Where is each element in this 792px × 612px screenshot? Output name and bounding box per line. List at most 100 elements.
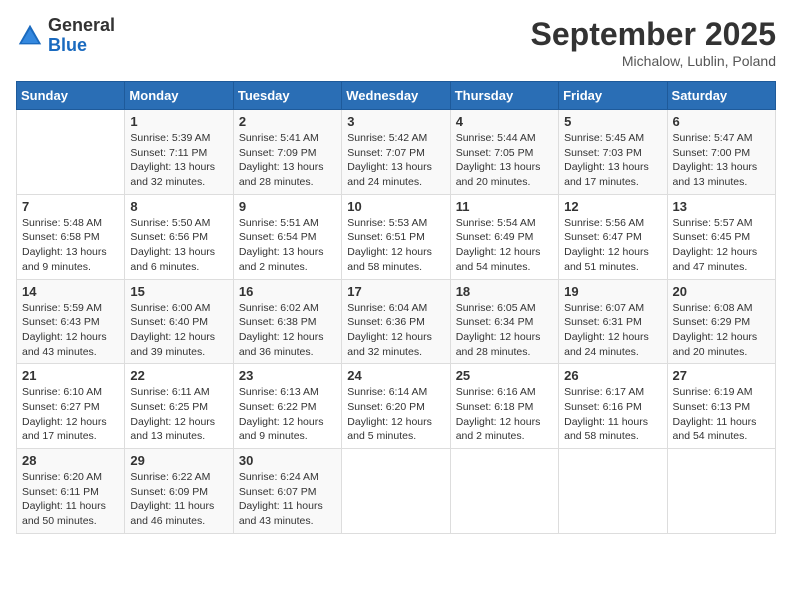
sunrise-text: Sunrise: 5:44 AM [456,132,536,144]
day-info: Sunrise: 5:50 AM Sunset: 6:56 PM Dayligh… [130,216,227,275]
calendar-cell [559,449,667,534]
day-info: Sunrise: 6:17 AM Sunset: 6:16 PM Dayligh… [564,385,661,444]
daylight-text: Daylight: 13 hours and 6 minutes. [130,246,215,273]
sunrise-text: Sunrise: 5:41 AM [239,132,319,144]
day-info: Sunrise: 5:48 AM Sunset: 6:58 PM Dayligh… [22,216,119,275]
sunrise-text: Sunrise: 5:51 AM [239,217,319,229]
daylight-text: Daylight: 13 hours and 28 minutes. [239,161,324,188]
sunrise-text: Sunrise: 5:56 AM [564,217,644,229]
sunset-text: Sunset: 6:56 PM [130,231,208,243]
day-number: 8 [130,199,227,214]
calendar-cell [17,110,125,195]
day-info: Sunrise: 6:07 AM Sunset: 6:31 PM Dayligh… [564,301,661,360]
day-number: 29 [130,453,227,468]
sunset-text: Sunset: 6:40 PM [130,316,208,328]
day-info: Sunrise: 5:54 AM Sunset: 6:49 PM Dayligh… [456,216,553,275]
calendar-cell: 14 Sunrise: 5:59 AM Sunset: 6:43 PM Dayl… [17,279,125,364]
sunrise-text: Sunrise: 6:24 AM [239,471,319,483]
daylight-text: Daylight: 12 hours and 47 minutes. [673,246,758,273]
calendar-cell: 10 Sunrise: 5:53 AM Sunset: 6:51 PM Dayl… [342,194,450,279]
sunset-text: Sunset: 6:45 PM [673,231,751,243]
sunset-text: Sunset: 6:51 PM [347,231,425,243]
calendar-cell: 18 Sunrise: 6:05 AM Sunset: 6:34 PM Dayl… [450,279,558,364]
sunrise-text: Sunrise: 6:19 AM [673,386,753,398]
calendar-cell: 8 Sunrise: 5:50 AM Sunset: 6:56 PM Dayli… [125,194,233,279]
day-info: Sunrise: 6:16 AM Sunset: 6:18 PM Dayligh… [456,385,553,444]
day-info: Sunrise: 6:08 AM Sunset: 6:29 PM Dayligh… [673,301,770,360]
calendar-header-friday: Friday [559,82,667,110]
calendar-cell: 16 Sunrise: 6:02 AM Sunset: 6:38 PM Dayl… [233,279,341,364]
calendar-cell: 22 Sunrise: 6:11 AM Sunset: 6:25 PM Dayl… [125,364,233,449]
calendar-header-sunday: Sunday [17,82,125,110]
sunrise-text: Sunrise: 5:47 AM [673,132,753,144]
sunrise-text: Sunrise: 6:07 AM [564,302,644,314]
day-info: Sunrise: 6:22 AM Sunset: 6:09 PM Dayligh… [130,470,227,529]
sunset-text: Sunset: 7:03 PM [564,147,642,159]
logo-blue: Blue [48,36,115,56]
day-info: Sunrise: 6:19 AM Sunset: 6:13 PM Dayligh… [673,385,770,444]
day-number: 3 [347,114,444,129]
day-info: Sunrise: 6:20 AM Sunset: 6:11 PM Dayligh… [22,470,119,529]
sunset-text: Sunset: 6:36 PM [347,316,425,328]
day-number: 20 [673,284,770,299]
calendar-header-row: SundayMondayTuesdayWednesdayThursdayFrid… [17,82,776,110]
sunset-text: Sunset: 6:49 PM [456,231,534,243]
sunset-text: Sunset: 6:58 PM [22,231,100,243]
day-number: 13 [673,199,770,214]
sunset-text: Sunset: 7:07 PM [347,147,425,159]
sunrise-text: Sunrise: 5:57 AM [673,217,753,229]
calendar-cell: 19 Sunrise: 6:07 AM Sunset: 6:31 PM Dayl… [559,279,667,364]
sunrise-text: Sunrise: 6:22 AM [130,471,210,483]
sunset-text: Sunset: 6:38 PM [239,316,317,328]
sunrise-text: Sunrise: 5:53 AM [347,217,427,229]
calendar-cell: 2 Sunrise: 5:41 AM Sunset: 7:09 PM Dayli… [233,110,341,195]
calendar-header-monday: Monday [125,82,233,110]
calendar-cell: 25 Sunrise: 6:16 AM Sunset: 6:18 PM Dayl… [450,364,558,449]
location: Michalow, Lublin, Poland [531,53,776,69]
day-info: Sunrise: 6:02 AM Sunset: 6:38 PM Dayligh… [239,301,336,360]
day-info: Sunrise: 5:41 AM Sunset: 7:09 PM Dayligh… [239,131,336,190]
day-info: Sunrise: 6:10 AM Sunset: 6:27 PM Dayligh… [22,385,119,444]
calendar-week-row: 21 Sunrise: 6:10 AM Sunset: 6:27 PM Dayl… [17,364,776,449]
logo-general: General [48,16,115,36]
day-number: 10 [347,199,444,214]
calendar-cell: 1 Sunrise: 5:39 AM Sunset: 7:11 PM Dayli… [125,110,233,195]
day-info: Sunrise: 5:44 AM Sunset: 7:05 PM Dayligh… [456,131,553,190]
calendar-week-row: 7 Sunrise: 5:48 AM Sunset: 6:58 PM Dayli… [17,194,776,279]
day-info: Sunrise: 6:13 AM Sunset: 6:22 PM Dayligh… [239,385,336,444]
sunset-text: Sunset: 6:07 PM [239,486,317,498]
daylight-text: Daylight: 12 hours and 5 minutes. [347,416,432,443]
day-number: 6 [673,114,770,129]
sunset-text: Sunset: 6:11 PM [22,486,99,498]
day-number: 30 [239,453,336,468]
day-number: 9 [239,199,336,214]
daylight-text: Daylight: 12 hours and 13 minutes. [130,416,215,443]
daylight-text: Daylight: 13 hours and 32 minutes. [130,161,215,188]
day-info: Sunrise: 6:04 AM Sunset: 6:36 PM Dayligh… [347,301,444,360]
sunset-text: Sunset: 6:13 PM [673,401,751,413]
sunset-text: Sunset: 6:47 PM [564,231,642,243]
sunset-text: Sunset: 6:20 PM [347,401,425,413]
day-number: 5 [564,114,661,129]
day-number: 27 [673,368,770,383]
day-info: Sunrise: 6:14 AM Sunset: 6:20 PM Dayligh… [347,385,444,444]
sunrise-text: Sunrise: 6:10 AM [22,386,102,398]
daylight-text: Daylight: 11 hours and 46 minutes. [130,500,214,527]
calendar-week-row: 1 Sunrise: 5:39 AM Sunset: 7:11 PM Dayli… [17,110,776,195]
sunrise-text: Sunrise: 6:00 AM [130,302,210,314]
sunrise-text: Sunrise: 5:59 AM [22,302,102,314]
title-block: September 2025 Michalow, Lublin, Poland [531,16,776,69]
calendar-week-row: 28 Sunrise: 6:20 AM Sunset: 6:11 PM Dayl… [17,449,776,534]
day-info: Sunrise: 5:39 AM Sunset: 7:11 PM Dayligh… [130,131,227,190]
daylight-text: Daylight: 13 hours and 9 minutes. [22,246,107,273]
calendar-cell: 7 Sunrise: 5:48 AM Sunset: 6:58 PM Dayli… [17,194,125,279]
day-number: 12 [564,199,661,214]
daylight-text: Daylight: 11 hours and 58 minutes. [564,416,648,443]
calendar-week-row: 14 Sunrise: 5:59 AM Sunset: 6:43 PM Dayl… [17,279,776,364]
calendar-cell: 13 Sunrise: 5:57 AM Sunset: 6:45 PM Dayl… [667,194,775,279]
daylight-text: Daylight: 12 hours and 39 minutes. [130,331,215,358]
day-info: Sunrise: 6:00 AM Sunset: 6:40 PM Dayligh… [130,301,227,360]
day-info: Sunrise: 5:53 AM Sunset: 6:51 PM Dayligh… [347,216,444,275]
sunset-text: Sunset: 7:05 PM [456,147,534,159]
sunrise-text: Sunrise: 6:13 AM [239,386,319,398]
